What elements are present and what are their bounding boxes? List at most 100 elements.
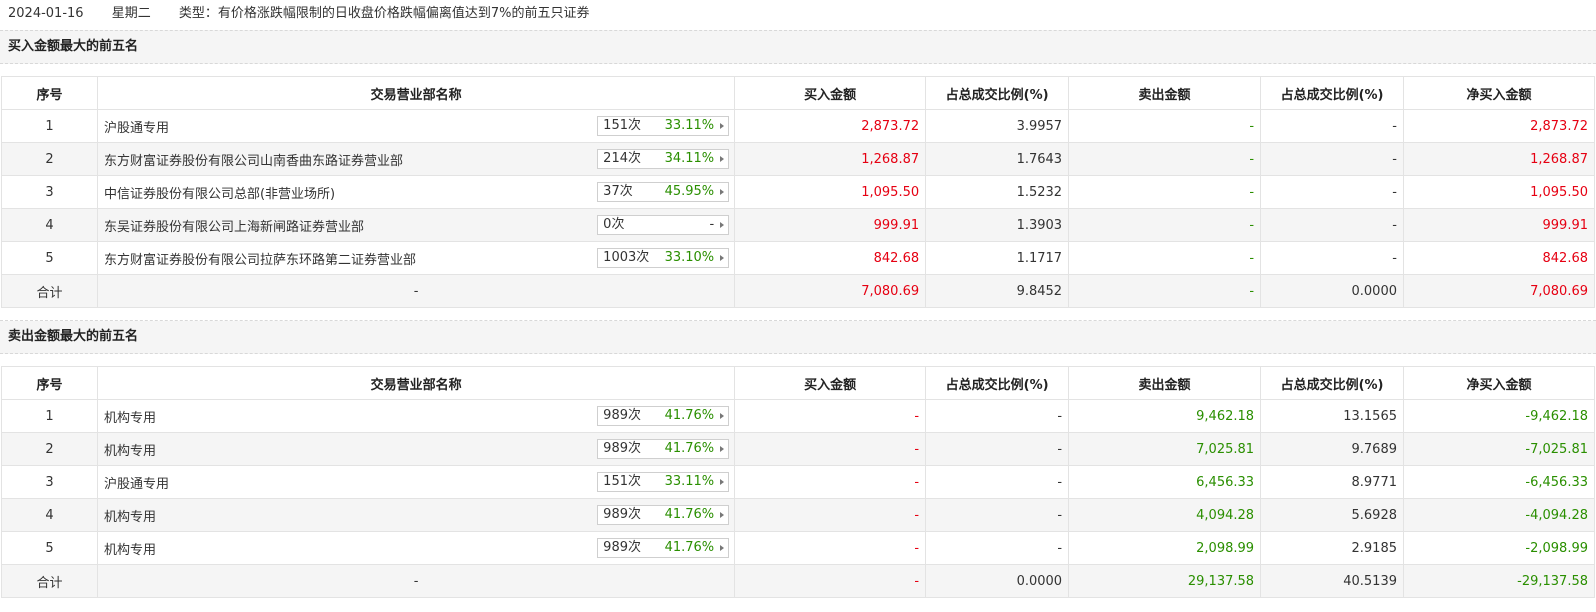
branch-stats-tag[interactable]: 1003次 33.10%	[597, 248, 730, 268]
total-sell-amount: -	[1068, 274, 1262, 308]
chevron-right-icon	[720, 446, 725, 452]
total-sell-amount: 29,137.58	[1068, 564, 1262, 598]
col-header-branch: 交易营业部名称	[96, 76, 736, 110]
col-header-index: 序号	[1, 76, 98, 110]
branch-cell: 东方财富证券股份有限公司拉萨东环路第二证券营业部 1003次 33.10%	[96, 241, 736, 275]
table-row: 3 沪股通专用 151次 33.11% - - 6,456.33 8.9771 -…	[1, 465, 1595, 499]
appearance-count: 989次	[603, 441, 641, 456]
total-sell-ratio: 0.0000	[1260, 274, 1404, 308]
chevron-right-icon	[720, 512, 725, 518]
buy-amount: 999.91	[734, 208, 927, 242]
table-header-row: 序号 交易营业部名称 买入金额 占总成交比例(%) 卖出金额 占总成交比例(%)…	[1, 76, 1595, 110]
win-rate: 41.76%	[664, 408, 715, 423]
row-index: 5	[1, 241, 98, 275]
trade-date: 2024-01-16	[8, 6, 84, 21]
table-row: 5 东方财富证券股份有限公司拉萨东环路第二证券营业部 1003次 33.10% 8…	[1, 241, 1595, 275]
buy-ratio: -	[925, 498, 1070, 532]
appearance-count: 1003次	[603, 250, 650, 265]
total-branch: -	[96, 564, 736, 598]
sell-ratio: 5.6928	[1260, 498, 1404, 532]
net-buy: 2,873.72	[1403, 109, 1595, 143]
appearance-count: 0次	[603, 217, 625, 232]
branch-stats-tag[interactable]: 151次 33.11%	[597, 116, 730, 136]
branch-stats-tag[interactable]: 989次 41.76%	[597, 505, 730, 525]
branch-name[interactable]: 机构专用	[104, 444, 156, 459]
win-rate: -	[709, 217, 715, 232]
chevron-right-icon	[720, 545, 725, 551]
chevron-right-icon	[720, 413, 725, 419]
chevron-right-icon	[720, 479, 725, 485]
branch-name[interactable]: 机构专用	[104, 543, 156, 558]
branch-name[interactable]: 机构专用	[104, 411, 156, 426]
branch-stats-tag[interactable]: 37次 45.95%	[597, 182, 730, 202]
sell-amount: -	[1068, 142, 1262, 176]
buy-amount: -	[734, 465, 927, 499]
buy-amount: 842.68	[734, 241, 927, 275]
col-header-net-buy: 净买入金额	[1403, 366, 1595, 400]
buy-top5-table: 序号 交易营业部名称 买入金额 占总成交比例(%) 卖出金额 占总成交比例(%)…	[1, 76, 1595, 308]
sell-section-title: 卖出金额最大的前五名	[0, 321, 1596, 354]
sell-amount: -	[1068, 241, 1262, 275]
col-header-sell-amount: 卖出金额	[1068, 76, 1262, 110]
branch-cell: 沪股通专用 151次 33.11%	[96, 465, 736, 499]
branch-name[interactable]: 东吴证券股份有限公司上海新闸路证券营业部	[104, 220, 364, 235]
total-buy-ratio: 9.8452	[925, 274, 1070, 308]
buy-ratio: 1.5232	[925, 175, 1070, 209]
table-row: 5 机构专用 989次 41.76% - - 2,098.99 2.9185 -2…	[1, 531, 1595, 565]
row-index: 5	[1, 531, 98, 565]
total-sell-ratio: 40.5139	[1260, 564, 1404, 598]
win-rate: 33.10%	[664, 250, 715, 265]
net-buy: -4,094.28	[1403, 498, 1595, 532]
col-header-buy-amount: 买入金额	[734, 366, 927, 400]
branch-name[interactable]: 沪股通专用	[104, 121, 169, 136]
branch-name[interactable]: 东方财富证券股份有限公司拉萨东环路第二证券营业部	[104, 253, 416, 268]
row-index: 4	[1, 208, 98, 242]
branch-name[interactable]: 东方财富证券股份有限公司山南香曲东路证券营业部	[104, 154, 403, 169]
sell-amount: -	[1068, 109, 1262, 143]
table-row: 4 东吴证券股份有限公司上海新闸路证券营业部 0次 - 999.91 1.3903…	[1, 208, 1595, 242]
branch-stats-tag[interactable]: 0次 -	[597, 215, 730, 235]
branch-stats-tag[interactable]: 989次 41.76%	[597, 439, 730, 459]
total-buy-amount: 7,080.69	[734, 274, 927, 308]
win-rate: 41.76%	[664, 441, 715, 456]
sell-amount: -	[1068, 208, 1262, 242]
total-label: 合计	[1, 274, 98, 308]
row-index: 1	[1, 109, 98, 143]
branch-stats-tag[interactable]: 989次 41.76%	[597, 406, 730, 426]
total-row: 合计 - 7,080.69 9.8452 - 0.0000 7,080.69	[1, 274, 1595, 308]
win-rate: 41.76%	[664, 540, 715, 555]
buy-amount: 1,095.50	[734, 175, 927, 209]
buy-amount: 1,268.87	[734, 142, 927, 176]
buy-amount: -	[734, 432, 927, 466]
buy-amount: 2,873.72	[734, 109, 927, 143]
row-index: 3	[1, 175, 98, 209]
table-row: 4 机构专用 989次 41.76% - - 4,094.28 5.6928 -4…	[1, 498, 1595, 532]
buy-ratio: -	[925, 432, 1070, 466]
net-buy: 1,095.50	[1403, 175, 1595, 209]
win-rate: 33.11%	[664, 118, 715, 133]
win-rate: 45.95%	[664, 184, 715, 199]
branch-name[interactable]: 机构专用	[104, 510, 156, 525]
net-buy: -7,025.81	[1403, 432, 1595, 466]
win-rate: 41.76%	[664, 507, 715, 522]
sell-top5-table: 序号 交易营业部名称 买入金额 占总成交比例(%) 卖出金额 占总成交比例(%)…	[1, 366, 1595, 598]
branch-stats-tag[interactable]: 151次 33.11%	[597, 472, 730, 492]
buy-amount: -	[734, 531, 927, 565]
sell-ratio: -	[1260, 208, 1404, 242]
branch-name[interactable]: 中信证券股份有限公司总部(非营业场所)	[104, 187, 335, 202]
col-header-buy-ratio: 占总成交比例(%)	[925, 76, 1070, 110]
branch-stats-tag[interactable]: 214次 34.11%	[597, 149, 730, 169]
win-rate: 33.11%	[664, 474, 715, 489]
buy-amount: -	[734, 498, 927, 532]
branch-name[interactable]: 沪股通专用	[104, 477, 169, 492]
branch-stats-tag[interactable]: 989次 41.76%	[597, 538, 730, 558]
sell-amount: 4,094.28	[1068, 498, 1262, 532]
table-row: 2 机构专用 989次 41.76% - - 7,025.81 9.7689 -7…	[1, 432, 1595, 466]
row-index: 4	[1, 498, 98, 532]
buy-ratio: 1.7643	[925, 142, 1070, 176]
branch-cell: 机构专用 989次 41.76%	[96, 432, 736, 466]
sell-amount: 9,462.18	[1068, 399, 1262, 433]
sell-ratio: -	[1260, 241, 1404, 275]
buy-ratio: 1.3903	[925, 208, 1070, 242]
sell-ratio: 8.9771	[1260, 465, 1404, 499]
